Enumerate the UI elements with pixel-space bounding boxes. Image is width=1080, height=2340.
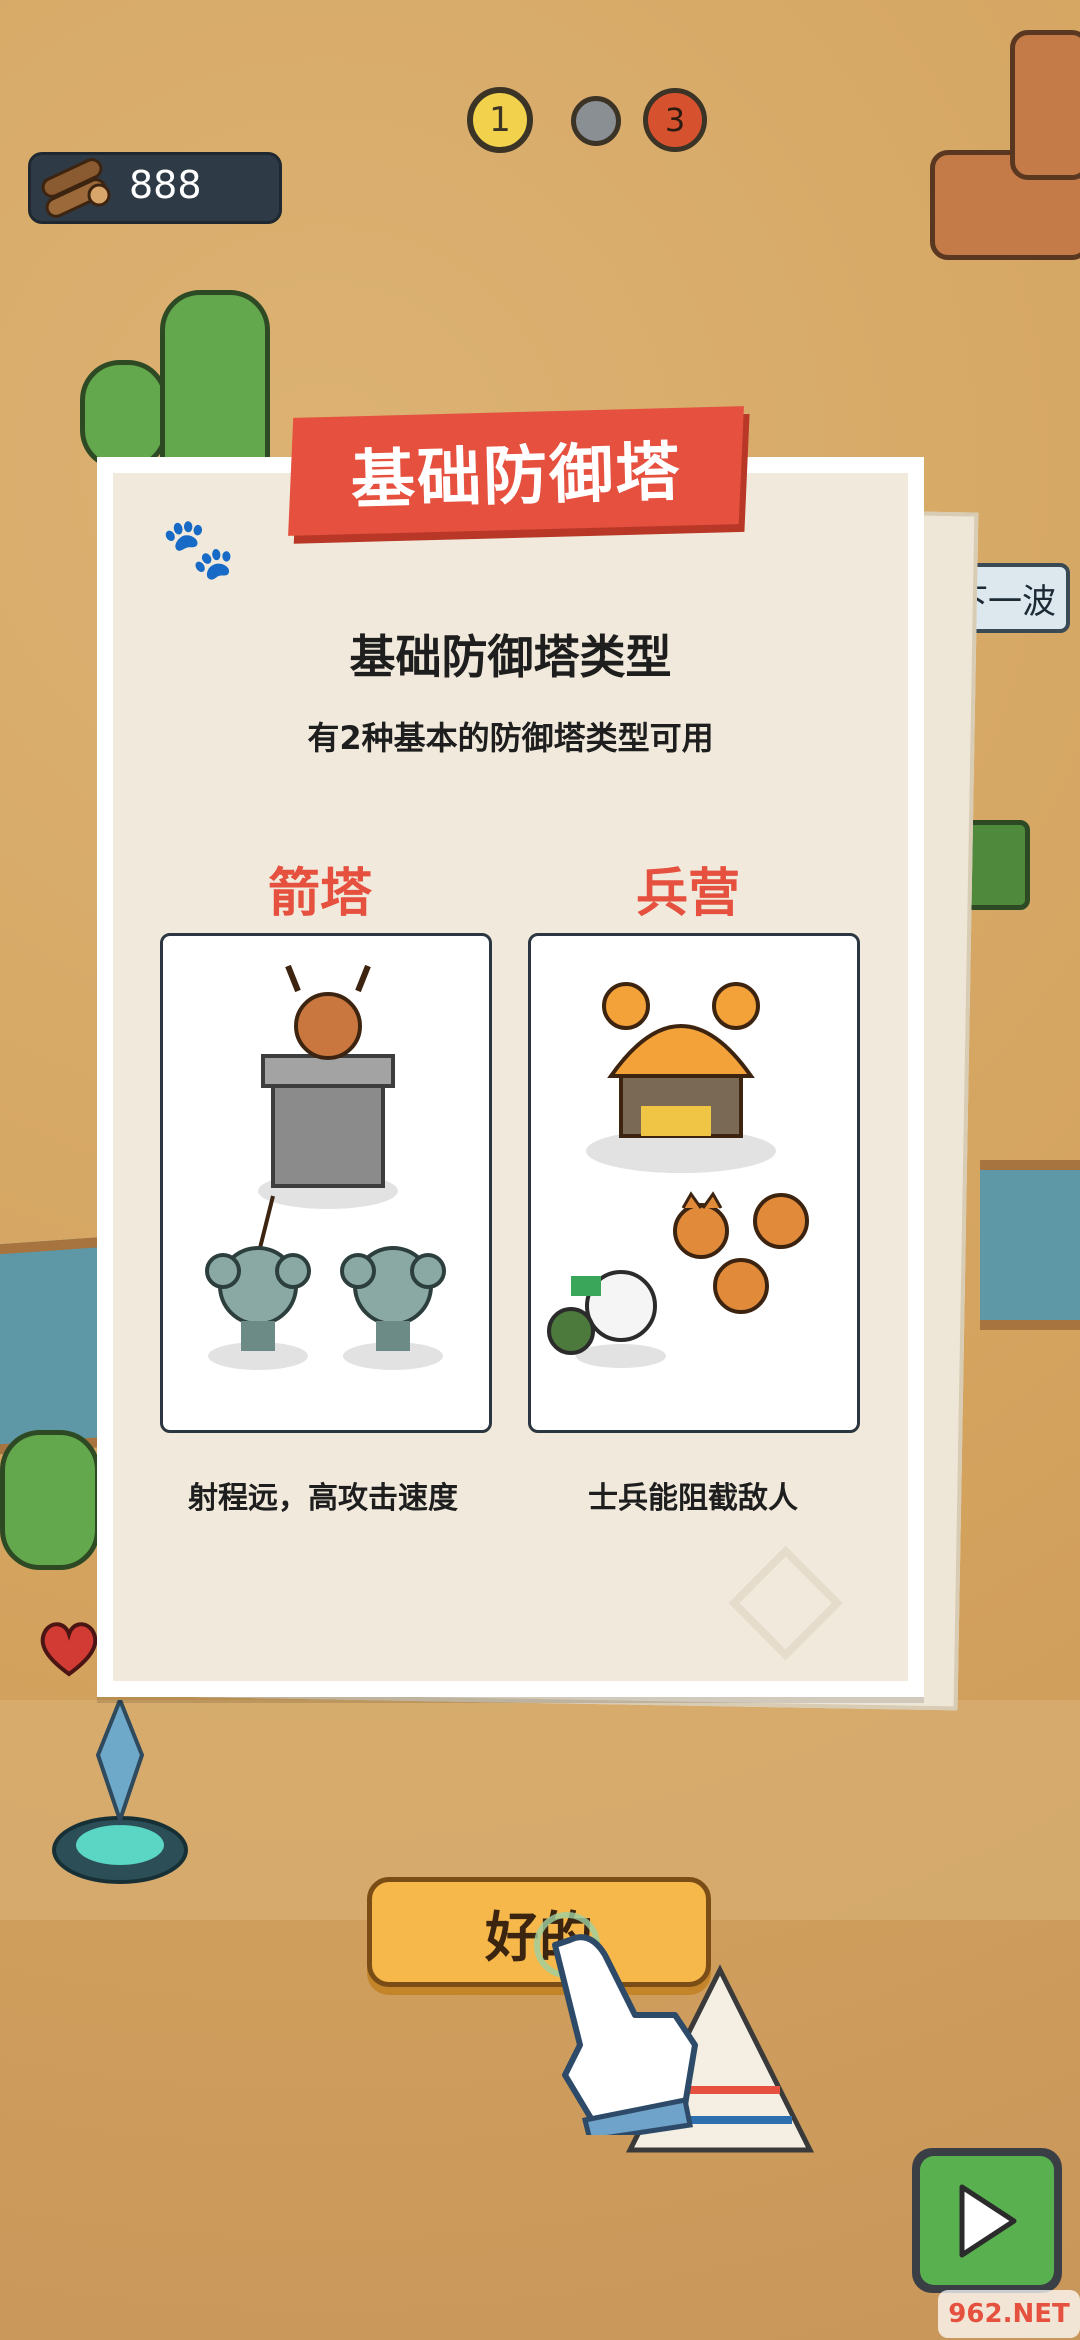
wave-indicator-current: 1 [467, 87, 533, 153]
wood-logs-icon [41, 158, 111, 218]
barracks-illustration-icon [547, 982, 809, 1368]
tower-type-label-archer: 箭塔 [267, 864, 372, 924]
start-wave-button[interactable] [912, 2148, 1062, 2293]
archer-tower-description: 射程远，高攻击速度 [188, 1481, 458, 1516]
modal-title: 基础防御塔类型 [349, 630, 672, 684]
crystal-portal-icon [52, 1700, 188, 1884]
river-right [980, 1160, 1080, 1330]
archer-tower-illustration-icon [205, 964, 446, 1370]
rock-top-right-pillar [1010, 30, 1080, 180]
cactus-top-left [80, 360, 168, 470]
wood-amount: 888 [129, 163, 202, 207]
modal-banner-title: 基础防御塔 [349, 435, 683, 519]
modal-banner: 基础防御塔 [288, 406, 744, 536]
tutorial-modal: 🐾 ◇ 基础防御塔类型 有2种基本的防御塔类型可用 箭塔 兵营 射程远，高攻击速… [97, 457, 924, 1697]
modal-subtitle: 有2种基本的防御塔类型可用 [307, 719, 714, 757]
barracks-card [528, 933, 860, 1433]
tower-type-label-barracks: 兵营 [635, 864, 740, 924]
archer-tower-card [160, 933, 492, 1433]
paw-print-icon: 🐾 [161, 514, 236, 584]
diamond-watermark-icon: ◇ [728, 1504, 844, 1678]
wood-resource-counter: 888 [28, 152, 282, 224]
pointing-hand-icon [534, 1912, 698, 2135]
cactus-left [0, 1430, 100, 1570]
barracks-description: 士兵能阻截敌人 [588, 1481, 798, 1516]
play-icon [959, 2184, 1017, 2257]
wave-indicator-pending [571, 96, 621, 146]
wave-indicator-boss: 3 [643, 88, 707, 152]
play-button-face [920, 2156, 1054, 2285]
heart-icon [40, 1622, 98, 1677]
site-watermark: 962.NET [938, 2290, 1080, 2338]
